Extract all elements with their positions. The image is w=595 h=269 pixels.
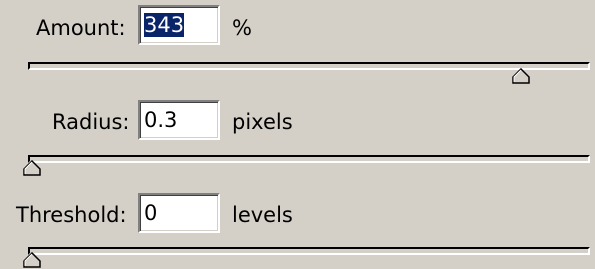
threshold-unit: levels (232, 203, 293, 227)
radius-value: 0.3 (144, 108, 178, 132)
amount-slider-track[interactable] (28, 62, 590, 70)
amount-value: 343 (144, 13, 185, 37)
amount-slider-thumb-icon[interactable] (511, 68, 531, 84)
threshold-label: Threshold: (16, 203, 127, 227)
threshold-slider-track[interactable] (28, 247, 590, 255)
amount-unit: % (232, 16, 252, 40)
radius-label: Radius: (52, 110, 130, 134)
threshold-slider-thumb-icon[interactable] (22, 252, 42, 268)
radius-slider-thumb-icon[interactable] (22, 160, 42, 176)
amount-input[interactable]: 343 (138, 5, 220, 45)
radius-unit: pixels (232, 110, 293, 134)
radius-input[interactable]: 0.3 (138, 100, 220, 140)
amount-label: Amount: (36, 16, 126, 40)
threshold-value: 0 (144, 201, 158, 225)
threshold-input[interactable]: 0 (138, 193, 220, 233)
radius-slider-track[interactable] (28, 155, 590, 163)
